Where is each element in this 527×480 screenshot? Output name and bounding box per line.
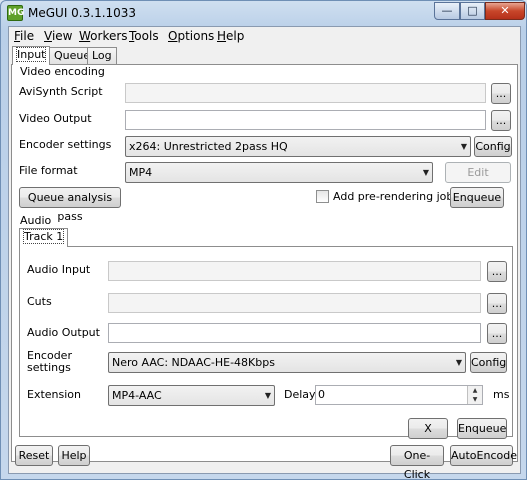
- video-encoding-title: Video encoding: [20, 65, 105, 78]
- audio-input-field[interactable]: [108, 261, 481, 281]
- chevron-down-icon: ▼: [264, 391, 271, 400]
- ms-label: ms: [493, 388, 510, 401]
- audio-track-panel: Audio Input ... Cuts ... Audio Output ..…: [19, 246, 513, 439]
- audio-encoder-settings-label: Encoder settings: [27, 349, 72, 374]
- audio-output-field[interactable]: [108, 323, 481, 343]
- menu-help[interactable]: Help: [217, 29, 244, 43]
- minimize-button[interactable]: —: [434, 2, 460, 20]
- edit-zones-button[interactable]: Edit zones...: [445, 162, 511, 198]
- file-format-label: File format: [19, 164, 78, 177]
- audio-remove-button[interactable]: X: [408, 418, 448, 439]
- encoder-settings-select[interactable]: x264: Unrestricted 2pass HQ ▼: [125, 136, 471, 157]
- cuts-browse-button[interactable]: ...: [487, 293, 507, 314]
- main-window: MG MeGUI 0.3.1.1033 — □ ✕ File View Work…: [0, 0, 527, 480]
- chevron-down-icon: ▼: [455, 358, 462, 367]
- app-icon: MG: [7, 5, 24, 21]
- reset-button[interactable]: Reset: [15, 445, 53, 466]
- prerender-checkbox[interactable]: [316, 190, 329, 203]
- maximize-button[interactable]: □: [460, 2, 485, 20]
- encoder-settings-label: Encoder settings: [19, 138, 112, 151]
- spin-up-icon[interactable]: ▲: [467, 386, 482, 395]
- video-config-button[interactable]: Config: [474, 136, 512, 157]
- audio-input-label: Audio Input: [27, 263, 91, 276]
- prerender-label: Add pre-rendering job: [333, 190, 454, 203]
- menu-view[interactable]: View: [44, 29, 72, 43]
- tab-input[interactable]: Input: [12, 46, 51, 65]
- video-enqueue-button[interactable]: Enqueue: [450, 187, 504, 208]
- close-button[interactable]: ✕: [485, 2, 525, 20]
- auto-encode-button[interactable]: AutoEncode: [450, 445, 517, 466]
- audio-title: Audio: [20, 214, 52, 227]
- file-format-select[interactable]: MP4 ▼: [125, 162, 433, 183]
- audio-enqueue-button[interactable]: Enqueue: [457, 418, 507, 439]
- audio-input-browse-button[interactable]: ...: [487, 261, 507, 282]
- video-output-browse-button[interactable]: ...: [491, 110, 511, 131]
- menu-options[interactable]: Options: [168, 29, 214, 43]
- one-click-button[interactable]: One-Click: [390, 445, 444, 480]
- title-bar[interactable]: MG MeGUI 0.3.1.1033 — □ ✕: [1, 1, 526, 25]
- help-button[interactable]: Help: [58, 445, 90, 466]
- menu-file[interactable]: File: [14, 29, 34, 43]
- cuts-field[interactable]: [108, 293, 481, 313]
- audio-encoder-select[interactable]: Nero AAC: NDAAC-HE-48Kbps ▼: [108, 352, 466, 373]
- menu-bar: File View Workers Tools Options Help: [9, 27, 520, 45]
- chevron-down-icon: ▼: [422, 168, 429, 177]
- avisynth-script-input[interactable]: [125, 83, 486, 103]
- audio-output-label: Audio Output: [27, 326, 100, 339]
- audio-config-button[interactable]: Config: [470, 352, 507, 373]
- audio-output-browse-button[interactable]: ...: [487, 323, 507, 344]
- input-tab-panel: Video encoding AviSynth Script ... Video…: [11, 64, 518, 462]
- extension-select[interactable]: MP4-AAC ▼: [108, 385, 275, 406]
- extension-label: Extension: [27, 388, 82, 401]
- spin-down-icon[interactable]: ▼: [467, 395, 482, 404]
- menu-tools[interactable]: Tools: [129, 29, 159, 43]
- chevron-down-icon: ▼: [460, 142, 467, 151]
- cuts-label: Cuts: [27, 295, 52, 308]
- menu-workers[interactable]: Workers: [79, 29, 128, 43]
- queue-analysis-pass-button[interactable]: Queue analysis pass: [19, 187, 121, 223]
- tab-track-1[interactable]: Track 1: [19, 228, 69, 247]
- delay-stepper[interactable]: 0 ▲ ▼: [315, 385, 483, 405]
- video-output-label: Video Output: [19, 112, 92, 125]
- delay-label: Delay: [284, 388, 316, 401]
- avisynth-script-label: AviSynth Script: [19, 85, 103, 98]
- tab-log[interactable]: Log: [87, 47, 117, 64]
- video-output-input[interactable]: [125, 110, 486, 130]
- client-area: File View Workers Tools Options Help Inp…: [8, 26, 521, 480]
- window-title: MeGUI 0.3.1.1033: [28, 6, 137, 20]
- avisynth-browse-button[interactable]: ...: [491, 83, 511, 104]
